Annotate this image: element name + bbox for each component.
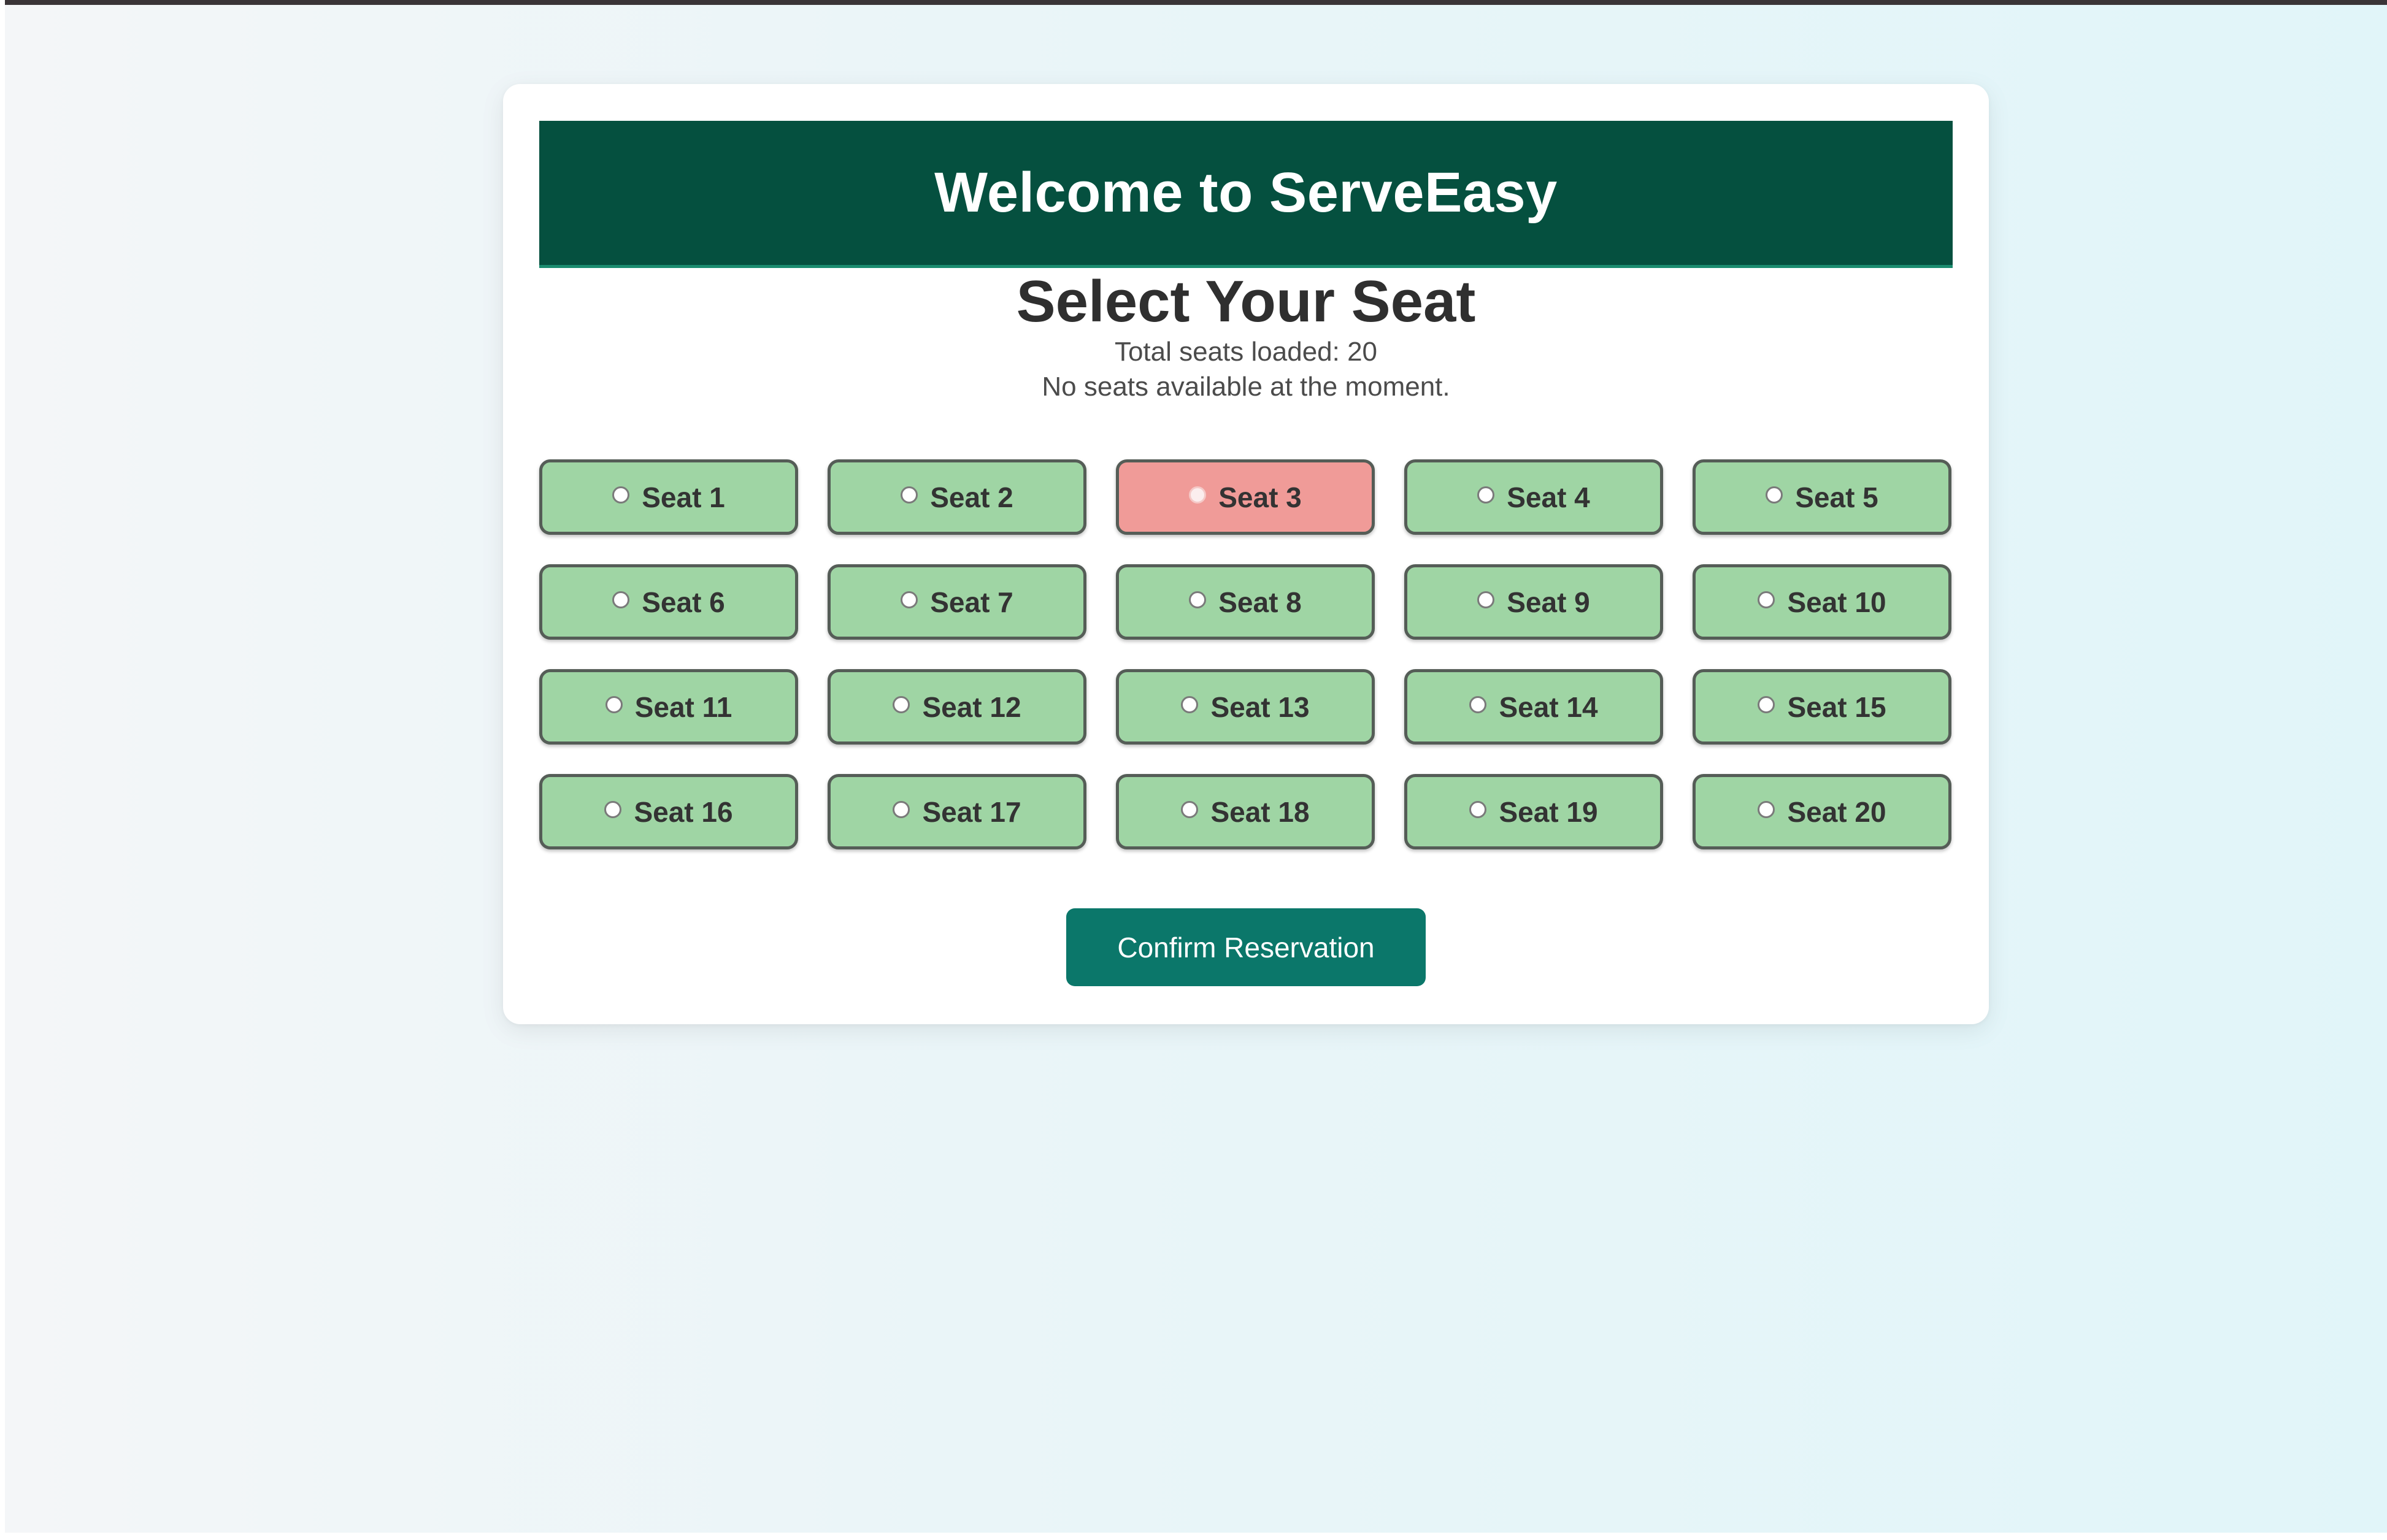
radio-button-icon[interactable] <box>1469 695 1487 713</box>
radio-button-icon[interactable] <box>1469 800 1487 818</box>
seat-option[interactable]: Seat 6 <box>539 564 798 640</box>
seat-label: Seat 12 <box>922 691 1021 723</box>
radio-button-icon[interactable] <box>1758 695 1775 713</box>
seat-label: Seat 6 <box>642 586 725 618</box>
seat-option[interactable]: Seat 3 <box>1116 459 1375 535</box>
radio-button-icon[interactable] <box>901 591 918 608</box>
header-title: Welcome to ServeEasy <box>934 161 1558 224</box>
seat-label: Seat 7 <box>930 586 1013 618</box>
radio-button-icon[interactable] <box>1766 486 1783 504</box>
seat-option[interactable]: Seat 5 <box>1693 459 1951 535</box>
seat-option[interactable]: Seat 17 <box>828 774 1086 849</box>
seat-option[interactable]: Seat 19 <box>1404 774 1663 849</box>
radio-button-icon[interactable] <box>1181 800 1199 818</box>
seat-grid: Seat 1 Seat 2 Seat 3 Seat 4 Seat 5 Seat … <box>539 459 1953 849</box>
seat-option[interactable]: Seat 4 <box>1404 459 1663 535</box>
seat-option[interactable]: Seat 11 <box>539 669 798 745</box>
seat-label: Seat 3 <box>1218 481 1302 513</box>
seat-label: Seat 20 <box>1787 795 1886 828</box>
seat-option[interactable]: Seat 15 <box>1693 669 1951 745</box>
radio-button-icon[interactable] <box>1477 591 1495 608</box>
seat-option[interactable]: Seat 16 <box>539 774 798 849</box>
confirm-reservation-button[interactable]: Confirm Reservation <box>1066 908 1426 986</box>
seat-option[interactable]: Seat 20 <box>1693 774 1951 849</box>
seat-label: Seat 19 <box>1499 795 1598 828</box>
radio-button-icon[interactable] <box>1758 591 1775 608</box>
radio-button-icon[interactable] <box>612 486 630 504</box>
availability-text: No seats available at the moment. <box>1042 372 1450 402</box>
radio-button-icon[interactable] <box>901 486 918 504</box>
seat-label: Seat 13 <box>1210 691 1310 723</box>
seat-option[interactable]: Seat 9 <box>1404 564 1663 640</box>
radio-button-icon[interactable] <box>1189 591 1207 608</box>
total-seats-text: Total seats loaded: 20 <box>1114 337 1378 367</box>
seat-label: Seat 8 <box>1218 586 1302 618</box>
radio-button-icon[interactable] <box>1758 800 1775 818</box>
radio-button-icon[interactable] <box>605 695 623 713</box>
seat-option[interactable]: Seat 1 <box>539 459 798 535</box>
radio-button-icon[interactable] <box>1181 695 1199 713</box>
seat-label: Seat 2 <box>930 481 1013 513</box>
seat-label: Seat 4 <box>1507 481 1590 513</box>
seat-option[interactable]: Seat 8 <box>1116 564 1375 640</box>
seat-option[interactable]: Seat 13 <box>1116 669 1375 745</box>
radio-button-icon[interactable] <box>1477 486 1495 504</box>
radio-button-icon[interactable] <box>604 800 622 818</box>
seat-option[interactable]: Seat 18 <box>1116 774 1375 849</box>
radio-button-icon[interactable] <box>1189 486 1207 504</box>
seat-label: Seat 5 <box>1795 481 1878 513</box>
seat-option[interactable]: Seat 10 <box>1693 564 1951 640</box>
window-left-edge <box>0 0 5 1540</box>
seat-label: Seat 16 <box>634 795 733 828</box>
seat-label: Seat 18 <box>1210 795 1310 828</box>
radio-button-icon[interactable] <box>893 800 910 818</box>
page-title: Select Your Seat <box>1016 269 1476 334</box>
seat-label: Seat 10 <box>1787 586 1886 618</box>
seat-option[interactable]: Seat 14 <box>1404 669 1663 745</box>
window-top-border <box>0 0 2387 5</box>
header-banner: Welcome to ServeEasy <box>539 121 1953 268</box>
reservation-card: Welcome to ServeEasy Select Your Seat To… <box>503 84 1989 1024</box>
radio-button-icon[interactable] <box>893 695 910 713</box>
seat-option[interactable]: Seat 2 <box>828 459 1086 535</box>
seat-label: Seat 14 <box>1499 691 1598 723</box>
seat-label: Seat 15 <box>1787 691 1886 723</box>
seat-label: Seat 17 <box>922 795 1021 828</box>
seat-option[interactable]: Seat 12 <box>828 669 1086 745</box>
radio-button-icon[interactable] <box>612 591 630 608</box>
seat-label: Seat 11 <box>634 691 732 723</box>
seat-label: Seat 1 <box>642 481 725 513</box>
seat-option[interactable]: Seat 7 <box>828 564 1086 640</box>
window-bottom-edge <box>0 1533 2387 1540</box>
seat-label: Seat 9 <box>1507 586 1590 618</box>
